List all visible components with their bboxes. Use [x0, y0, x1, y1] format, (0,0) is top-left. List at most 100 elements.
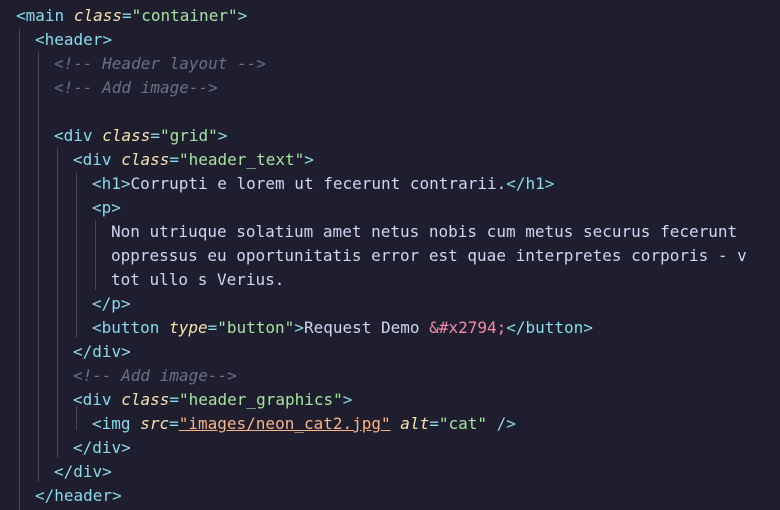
- code-line[interactable]: Non utriuque solatium amet netus nobis c…: [111, 220, 737, 244]
- code-line[interactable]: <button type="button">Request Demo &#x27…: [92, 316, 593, 340]
- tag-name: button: [101, 318, 160, 337]
- punct: <: [92, 198, 102, 217]
- code-line[interactable]: <main class="container">: [16, 4, 247, 28]
- punct: =: [169, 414, 179, 433]
- punct: >: [111, 198, 121, 217]
- code-line[interactable]: </div>: [73, 436, 131, 460]
- punct: =: [169, 150, 179, 169]
- punct: </: [54, 462, 74, 481]
- attr-value: "button": [217, 318, 295, 337]
- punct: >: [304, 150, 314, 169]
- punct: >: [544, 174, 555, 193]
- attr-name: class: [121, 150, 170, 169]
- tag-name: p: [111, 294, 121, 313]
- code-line[interactable]: oppressus eu oportunitatis error est qua…: [111, 244, 747, 268]
- code-line[interactable]: <img src="images/neon_cat2.jpg" alt="cat…: [92, 412, 516, 436]
- tag-name: div: [73, 462, 103, 481]
- punct: =: [207, 318, 218, 337]
- tag-name: div: [63, 126, 93, 145]
- indent-guide: [38, 52, 39, 482]
- code-line[interactable]: <h1>Corrupti e lorem ut fecerunt contrar…: [92, 172, 554, 196]
- attr-name: src: [140, 414, 170, 433]
- indent-guide: [19, 28, 20, 510]
- indent-guide: [76, 172, 77, 338]
- punct: >: [120, 294, 131, 313]
- code-line[interactable]: tot ullo s Verius.: [111, 268, 284, 292]
- tag-name: div: [82, 390, 112, 409]
- html-entity: &#x2794;: [429, 318, 507, 337]
- punct: =: [429, 414, 439, 433]
- indent-guide: [95, 220, 96, 290]
- tag-name: div: [82, 150, 112, 169]
- punct: <: [92, 318, 102, 337]
- punct: </: [35, 486, 55, 505]
- attr-value: "header_graphics": [179, 390, 343, 409]
- attr-name: class: [121, 390, 170, 409]
- comment: <!-- Add image-->: [73, 366, 237, 385]
- attr-value: "cat": [438, 414, 488, 433]
- punct: <: [92, 174, 102, 193]
- code-line[interactable]: </header>: [35, 484, 122, 508]
- punct: </: [73, 342, 93, 361]
- comment: <!-- Header layout -->: [54, 54, 266, 73]
- attr-value: "header_text": [179, 150, 305, 169]
- punct: >: [102, 30, 113, 49]
- code-editor[interactable]: <main class="container"> <header> <!-- H…: [0, 0, 780, 510]
- code-line[interactable]: <div class="grid">: [54, 124, 227, 148]
- code-line[interactable]: <!-- Header layout -->: [54, 52, 266, 76]
- code-line[interactable]: </div>: [73, 340, 131, 364]
- text-content: Non utriuque solatium amet netus nobis c…: [111, 222, 738, 241]
- punct: >: [237, 6, 248, 25]
- text-content: oppressus eu oportunitatis error est qua…: [111, 246, 747, 265]
- tag-name: div: [92, 342, 122, 361]
- attr-value: "grid": [160, 126, 218, 145]
- punct: <: [73, 390, 83, 409]
- punct: =: [121, 6, 132, 25]
- punct: >: [217, 126, 228, 145]
- punct: >: [294, 318, 304, 337]
- tag-name: button: [525, 318, 584, 337]
- punct: </: [506, 318, 526, 337]
- indent-guide: [57, 148, 58, 458]
- attr-name: class: [73, 6, 122, 25]
- punct: </: [506, 174, 526, 193]
- code-line[interactable]: <div class="header_text">: [73, 148, 314, 172]
- text-content: tot ullo s Verius.: [111, 270, 285, 289]
- punct: >: [120, 174, 131, 193]
- punct: =: [169, 390, 179, 409]
- tag-name: p: [101, 198, 112, 217]
- punct: </: [92, 294, 112, 313]
- tag-name: h1: [101, 174, 121, 193]
- tag-name: div: [92, 438, 122, 457]
- punct: >: [583, 318, 593, 337]
- punct: <: [54, 126, 64, 145]
- punct: >: [342, 390, 353, 409]
- comment: <!-- Add image-->: [54, 78, 218, 97]
- punct: <: [92, 414, 102, 433]
- text-content: Corrupti e lorem ut fecerunt contrarii.: [130, 174, 507, 193]
- punct: <: [16, 6, 26, 25]
- tag-name: header: [54, 486, 113, 505]
- tag-name: img: [101, 414, 131, 433]
- attr-name: alt: [400, 414, 430, 433]
- code-line[interactable]: <p>: [92, 196, 121, 220]
- code-line[interactable]: <!-- Add image-->: [73, 364, 237, 388]
- punct: />: [496, 414, 516, 433]
- attr-value: "container": [131, 6, 238, 25]
- attr-name: type: [169, 318, 208, 337]
- code-line[interactable]: <!-- Add image-->: [54, 76, 218, 100]
- code-line[interactable]: </p>: [92, 292, 131, 316]
- punct: =: [150, 126, 160, 145]
- punct: >: [112, 486, 122, 505]
- code-line[interactable]: <div class="header_graphics">: [73, 388, 352, 412]
- punct: >: [121, 438, 131, 457]
- code-line[interactable]: <header>: [35, 28, 112, 52]
- punct: >: [102, 462, 112, 481]
- code-line[interactable]: </div>: [54, 460, 112, 484]
- tag-name: h1: [525, 174, 545, 193]
- src-link[interactable]: "images/neon_cat2.jpg": [179, 414, 391, 433]
- punct: </: [73, 438, 93, 457]
- attr-name: class: [102, 126, 151, 145]
- punct: >: [121, 342, 131, 361]
- punct: <: [73, 150, 83, 169]
